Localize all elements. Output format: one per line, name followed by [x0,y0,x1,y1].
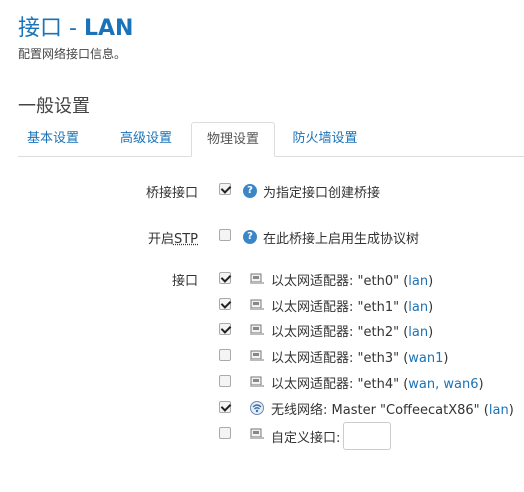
ethernet-icon [250,299,264,310]
interface-label: 以太网适配器: "eth4" (wan, wan6) [271,377,484,392]
help-icon: ? [243,184,257,198]
stp-help-text: 在此桥接上启用生成协议树 [263,232,420,247]
stp-label-prefix: 开启 [147,232,174,247]
interface-label: 以太网适配器: "eth3" (wan1) [271,351,449,366]
page-title: 接口 - LAN [18,10,133,42]
zone-link[interactable]: lan [489,403,509,418]
custom-interface-label: 自定义接口: [271,431,341,446]
bridge-label: 桥接接口 [145,186,198,201]
bridge-checkbox[interactable] [219,183,231,195]
zone-link[interactable]: wan, wan6 [408,377,478,392]
page-description: 配置网络接口信息。 [18,47,127,61]
interface-label: 以太网适配器: "eth0" (lan) [271,274,434,289]
stp-checkbox[interactable] [219,229,231,241]
tab-basic[interactable]: 基本设置 [18,122,88,155]
page-title-name: LAN [83,16,134,41]
tab-physical[interactable]: 物理设置 [191,122,275,157]
ethernet-icon [250,428,264,439]
ethernet-icon [250,376,264,387]
tab-bar: 基本设置 高级设置 物理设置 防火墙设置 [18,122,524,157]
custom-interface-checkbox[interactable] [219,427,231,439]
section-title: 一般设置 [18,96,90,117]
zone-link[interactable]: lan [408,300,428,315]
help-icon: ? [243,230,257,244]
zone-link[interactable]: wan1 [408,351,443,366]
interface-checkbox[interactable] [219,272,231,284]
stp-label-abbr: STP [173,232,198,247]
zone-link[interactable]: lan [408,274,428,289]
interface-label: 以太网适配器: "eth2" (lan) [271,325,434,340]
interface-label: 无线网络: Master "CoffeecatX86" (lan) [271,403,514,418]
ethernet-icon [250,324,264,335]
interfaces-label: 接口 [171,274,198,289]
ethernet-icon [250,350,264,361]
interface-label: 以太网适配器: "eth1" (lan) [271,300,434,315]
interface-checkbox[interactable] [219,323,231,335]
page-title-prefix: 接口 - [18,16,84,41]
stp-label: 开启STP [78,228,198,247]
interface-checkbox[interactable] [219,349,231,361]
zone-link[interactable]: lan [408,325,428,340]
interface-checkbox[interactable] [219,298,231,310]
tab-advanced[interactable]: 高级设置 [110,122,182,155]
tab-firewall[interactable]: 防火墙设置 [290,122,360,155]
custom-interface-input[interactable] [343,422,391,450]
interface-checkbox[interactable] [219,401,231,413]
ethernet-icon [250,273,264,284]
interface-checkbox[interactable] [219,375,231,387]
wireless-icon [250,401,264,415]
bridge-help-text: 为指定接口创建桥接 [263,186,381,201]
